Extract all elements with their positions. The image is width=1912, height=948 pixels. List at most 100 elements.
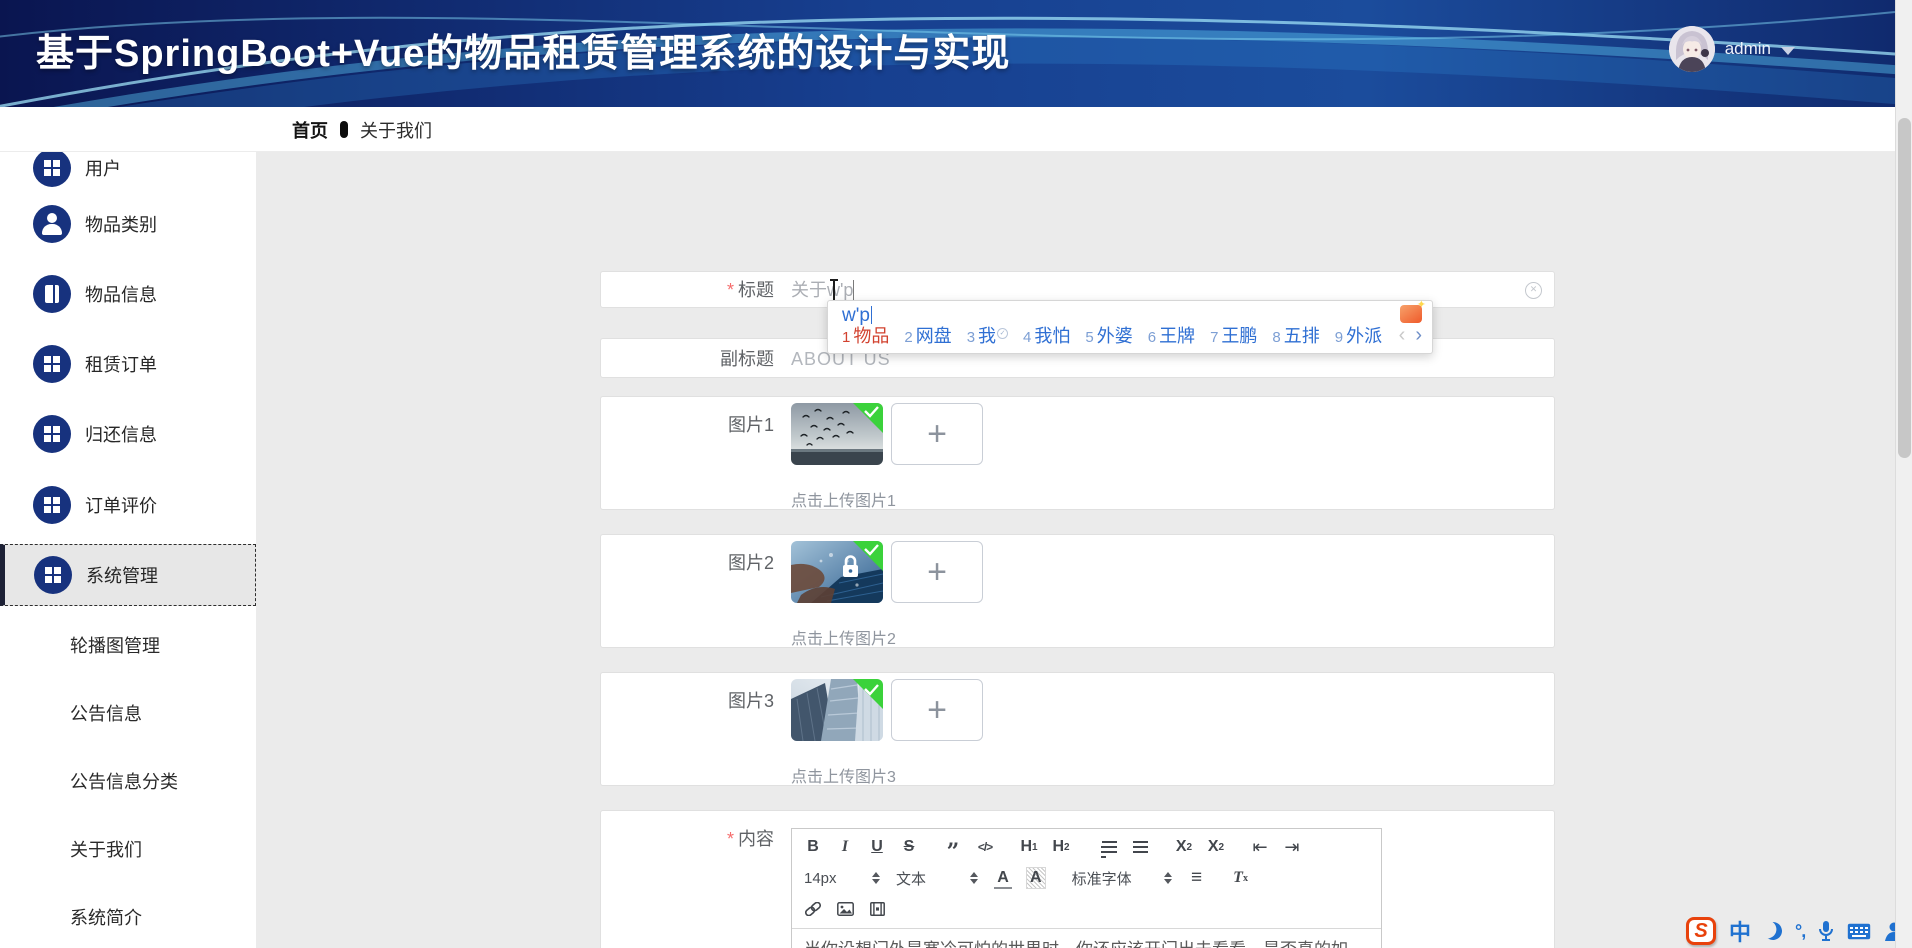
line-height-icon[interactable]: ≡ [1188,867,1206,889]
avatar[interactable] [1668,26,1715,72]
grid-icon [33,415,71,453]
italic-button[interactable]: I [836,836,854,858]
image3-label: 图片3 [727,691,774,711]
grid-icon [33,152,71,187]
outdent-icon[interactable]: ⇤ [1251,836,1269,858]
stepper-icon[interactable] [970,872,978,884]
blockquote-button[interactable]: ” [944,836,962,863]
sidebar-subitem-announcement-category[interactable]: 公告信息分类 [0,747,256,815]
clear-format-button[interactable]: Tx [1232,867,1250,889]
text-cursor-ibeam [830,279,838,302]
page: 基于SpringBoot+Vue的物品租赁管理系统的设计与实现 admin 首页… [0,0,1912,948]
ime-candidate[interactable]: 9 外派 [1335,322,1382,348]
grid-icon [33,486,71,524]
link-icon[interactable] [804,898,822,920]
grid-icon [33,345,71,383]
sidebar-item-item-category[interactable]: 物品类别 [0,189,256,259]
image2-field-row: 图片2 + 点击上传图片2 [600,534,1555,648]
ime-candidate[interactable]: 8 五排 [1272,322,1319,348]
ime-candidate[interactable]: 6 王牌 [1148,322,1195,348]
ime-candidate[interactable]: 4 我怕 [1023,322,1070,348]
plus-icon: + [927,553,947,591]
image2-caption: 点击上传图片2 [791,631,896,648]
image1-upload-button[interactable]: + [891,403,983,465]
microphone-icon[interactable] [1818,920,1834,942]
ime-candidates: 1 物品 2 网盘 3 我 ✓ 4 我怕 5 外婆 6 王牌 7 王鹏 8 五排 9 外派 ‹ › [842,322,1422,348]
font-size-select[interactable]: 14px [804,867,850,889]
ime-pager: ‹ › [1399,324,1422,347]
indent-icon[interactable]: ⇥ [1283,836,1301,858]
font-family-select[interactable]: 标准字体 [1072,867,1142,889]
image2-upload-button[interactable]: + [891,541,983,603]
ime-prev-page-icon[interactable]: ‹ [1399,324,1406,347]
clear-input-icon[interactable] [1525,282,1542,299]
image2-label: 图片2 [727,553,774,573]
cloud-sync-icon: ✓ [997,328,1009,339]
image3-thumbnail[interactable] [791,679,883,741]
video-icon[interactable] [868,898,886,920]
superscript-button[interactable]: X2 [1207,836,1225,858]
ime-candidate[interactable]: 5 外婆 [1085,322,1132,348]
required-asterisk: * [726,280,734,300]
strikethrough-button[interactable]: S [900,836,918,858]
punctuation-icon[interactable]: °, [1795,921,1806,942]
sidebar-subitem-carousel-management[interactable]: 轮播图管理 [0,611,256,679]
heading2-button[interactable]: H2 [1052,836,1070,858]
page-title: 基于SpringBoot+Vue的物品租赁管理系统的设计与实现 [36,33,1011,75]
underline-button[interactable]: U [868,836,886,858]
sidebar-item-order-reviews[interactable]: 订单评价 [0,470,256,540]
unordered-list-icon[interactable] [1131,836,1149,858]
image-icon[interactable] [836,898,854,920]
sidebar-item-system-management[interactable]: 系统管理 [0,544,256,606]
sidebar: 用户 物品类别 物品信息 租赁订单 归还信息 订单评价 系统管理 轮播图管理 公… [0,152,256,948]
image1-label: 图片1 [727,415,774,435]
editor-content[interactable]: 当你设想门外是寒冷可怕的世界时，你还应该开门出去看看，是否真的如此。如果你有信心… [792,928,1381,948]
page-scrollbar[interactable] [1895,0,1912,948]
sogou-logo-icon[interactable]: S [1686,917,1716,945]
sidebar-subitem-about-us[interactable]: 关于我们 [0,815,256,883]
scrollbar-thumb[interactable] [1898,118,1911,458]
stepper-icon[interactable] [1163,872,1172,884]
book-icon [33,275,71,313]
ime-candidate[interactable]: 1 物品 [842,322,889,348]
subscript-button[interactable]: X2 [1175,836,1193,858]
ime-candidate[interactable]: 2 网盘 [904,322,951,348]
ime-candidate[interactable]: 3 我 ✓ [967,322,1009,348]
image2-thumbnail[interactable] [791,541,883,603]
ime-candidate[interactable]: 7 王鹏 [1210,322,1257,348]
user-menu[interactable]: admin [1668,24,1795,74]
plus-icon: + [927,415,947,453]
sidebar-item-item-info[interactable]: 物品信息 [0,259,256,329]
keyboard-icon[interactable] [1847,923,1871,940]
sidebar-item-return-info[interactable]: 归还信息 [0,399,256,469]
caret-down-icon [1781,46,1795,55]
paragraph-format-select[interactable]: 文本 [896,867,948,889]
code-button[interactable]: </> [976,836,994,858]
sidebar-subitem-system-intro[interactable]: 系统简介 [0,883,256,948]
bold-button[interactable]: B [804,836,822,858]
image3-caption: 点击上传图片3 [791,769,896,786]
sidebar-subitem-announcement-info[interactable]: 公告信息 [0,679,256,747]
editor-toolbar-row3 [792,896,1381,922]
title-label: * 标题 [726,280,774,300]
sidebar-item-rental-orders[interactable]: 租赁订单 [0,329,256,399]
sogou-emoji-icon[interactable] [1400,298,1426,323]
image3-upload-button[interactable]: + [891,679,983,741]
stepper-icon[interactable] [872,872,880,884]
heading1-button[interactable]: H1 [1020,836,1038,858]
image1-field-row: 图片1 + 点击上传图片1 [600,396,1555,510]
breadcrumb-current: 关于我们 [360,120,432,141]
breadcrumb-home-link[interactable]: 首页 [292,117,328,143]
ime-candidate-popup: w'p 1物品 2网盘 3我✓ 4我怕 5外婆 6王牌 7王鹏 8五排 9外派 … [827,298,1433,354]
fullwidth-moon-icon[interactable] [1762,920,1784,942]
highlight-color-button[interactable]: A [1026,867,1046,889]
font-color-button[interactable]: A [994,867,1012,889]
ime-next-page-icon[interactable]: › [1415,324,1422,347]
ordered-list-icon[interactable] [1096,836,1117,858]
subtitle-label: 副标题 [720,349,774,369]
breadcrumb-bar: 首页 关于我们 [0,107,1895,152]
required-asterisk: * [726,829,734,849]
image1-thumbnail[interactable] [791,403,883,465]
chinese-mode-icon[interactable]: 中 [1729,915,1751,947]
editor-toolbar-row1: B I U S ” </> H1 H2 X2 X2 ⇤ ⇥ [792,834,1381,864]
